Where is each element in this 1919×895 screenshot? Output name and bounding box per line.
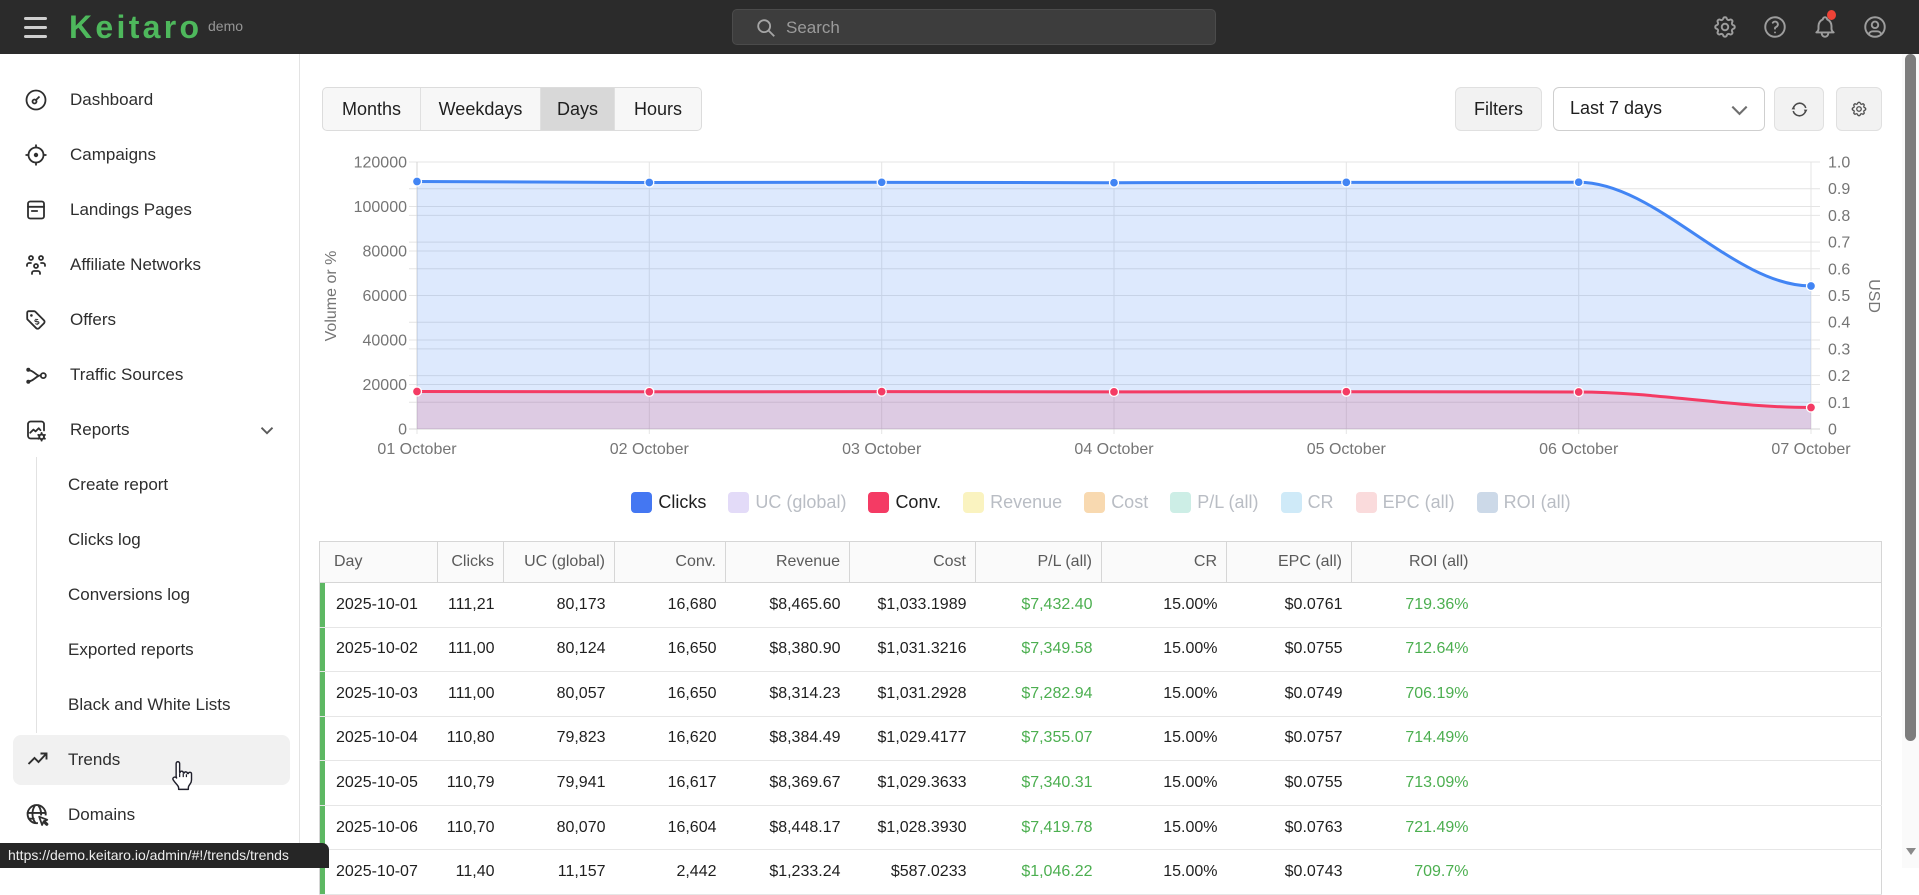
svg-text:0: 0 bbox=[1828, 422, 1837, 439]
svg-text:06 October: 06 October bbox=[1539, 441, 1619, 458]
svg-text:07 October: 07 October bbox=[1771, 441, 1851, 458]
svg-text:120000: 120000 bbox=[354, 155, 407, 172]
svg-text:04 October: 04 October bbox=[1074, 441, 1154, 458]
svg-text:0.3: 0.3 bbox=[1828, 341, 1850, 358]
svg-text:05 October: 05 October bbox=[1307, 441, 1387, 458]
svg-text:0: 0 bbox=[398, 422, 407, 439]
svg-text:03 October: 03 October bbox=[842, 441, 922, 458]
svg-text:60000: 60000 bbox=[363, 288, 408, 305]
svg-text:0.6: 0.6 bbox=[1828, 261, 1850, 278]
svg-text:0.9: 0.9 bbox=[1828, 181, 1850, 198]
svg-text:0.4: 0.4 bbox=[1828, 315, 1850, 332]
svg-text:0.5: 0.5 bbox=[1828, 288, 1850, 305]
svg-text:0.2: 0.2 bbox=[1828, 368, 1850, 385]
svg-text:USD: USD bbox=[1865, 279, 1882, 313]
svg-text:20000: 20000 bbox=[363, 377, 408, 394]
svg-text:80000: 80000 bbox=[363, 244, 408, 261]
svg-text:Volume or %: Volume or % bbox=[323, 251, 340, 342]
svg-text:1.0: 1.0 bbox=[1828, 155, 1850, 172]
svg-text:02 October: 02 October bbox=[610, 441, 690, 458]
svg-text:01 October: 01 October bbox=[377, 441, 457, 458]
svg-text:0.8: 0.8 bbox=[1828, 208, 1850, 225]
svg-text:0.1: 0.1 bbox=[1828, 395, 1850, 412]
svg-text:100000: 100000 bbox=[354, 199, 407, 216]
svg-text:40000: 40000 bbox=[363, 333, 408, 350]
svg-text:0.7: 0.7 bbox=[1828, 235, 1850, 252]
